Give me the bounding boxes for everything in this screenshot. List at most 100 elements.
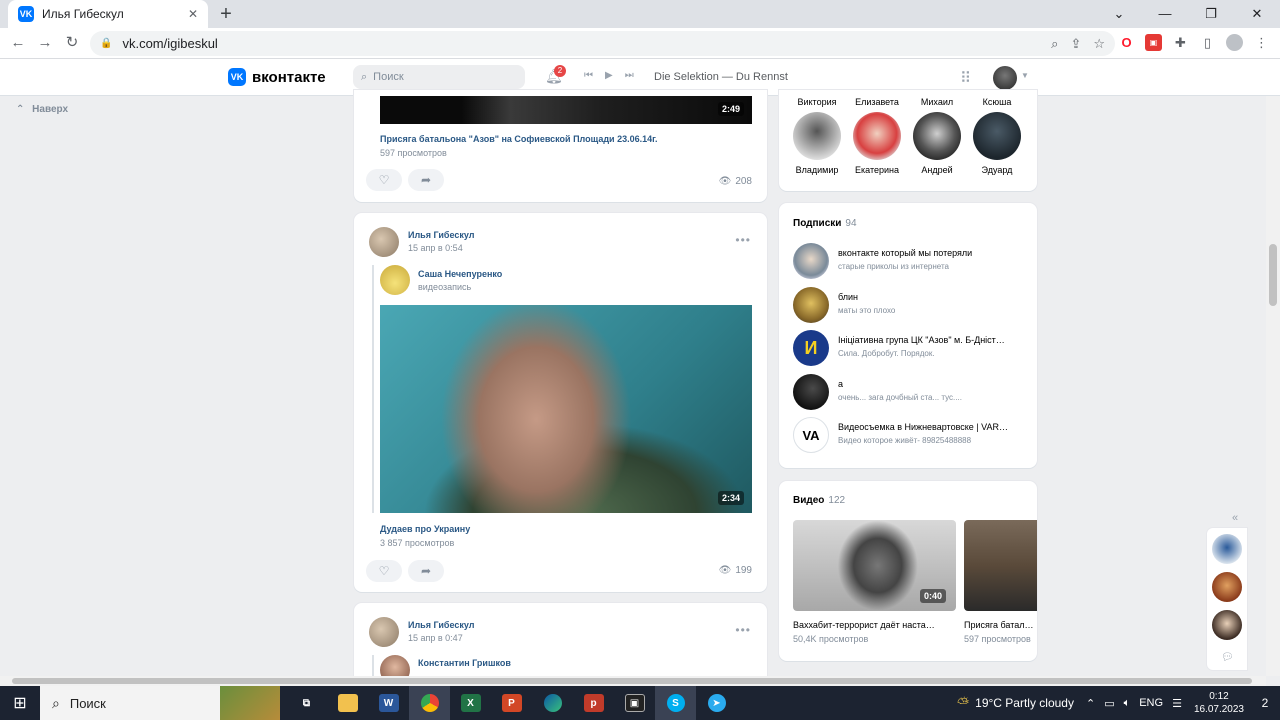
extension-badge-icon[interactable]: ▣	[1145, 34, 1162, 51]
friend-item[interactable]: Елизавета	[847, 92, 907, 107]
more-options-icon[interactable]: •••	[735, 233, 751, 247]
profile-icon[interactable]	[1226, 34, 1243, 51]
post-author-link[interactable]: Илья Гибескул	[408, 620, 474, 630]
apps-grid-icon[interactable]: ⠿	[960, 69, 971, 87]
videos-header[interactable]: Видео 122	[793, 495, 845, 506]
post-date[interactable]: 15 апр в 0:54	[408, 243, 463, 253]
subscription-item[interactable]: а очень... зага дочбный ста... тус....	[793, 374, 1023, 410]
vertical-scrollbar[interactable]	[1266, 96, 1280, 676]
side-panel-icon[interactable]: ▯	[1199, 34, 1216, 51]
taskbar-search[interactable]: ⌕ Поиск	[40, 686, 280, 720]
taskbar-explorer[interactable]	[327, 686, 368, 720]
post-date[interactable]: 15 апр в 0:47	[408, 633, 463, 643]
scrollbar-thumb[interactable]	[1269, 244, 1277, 306]
subscription-item[interactable]: VA Видеосъемка в Нижневартовске | VAR… В…	[793, 417, 1023, 453]
friend-item[interactable]: Екатерина	[847, 112, 907, 175]
subscriptions-header[interactable]: Подписки 94	[793, 218, 857, 229]
horizontal-scrollbar[interactable]	[0, 676, 1266, 686]
subscription-item[interactable]: вконтакте который мы потеряли старые при…	[793, 243, 1023, 279]
video-thumbnail[interactable]: 2:49	[380, 96, 752, 124]
windows-start-button[interactable]: ⊞	[0, 686, 40, 720]
url-text[interactable]: vk.com/igibeskul	[122, 36, 1051, 51]
taskbar-app[interactable]: ▣	[614, 686, 655, 720]
volume-icon[interactable]: 🔈︎	[1124, 697, 1131, 710]
taskbar-powerpoint[interactable]: P	[491, 686, 532, 720]
video-thumbnail[interactable]	[964, 520, 1037, 611]
previous-track-icon[interactable]: ⏮︎	[584, 70, 593, 81]
avatar[interactable]	[1212, 534, 1242, 564]
double-chevron-left-icon[interactable]: «	[1232, 512, 1238, 524]
avatar[interactable]	[369, 227, 399, 257]
scrollbar-thumb[interactable]	[12, 678, 1252, 684]
chevron-down-icon[interactable]: ⌄	[1096, 0, 1142, 28]
video-title-link[interactable]: Дудаев про Украину	[380, 524, 470, 534]
like-button[interactable]: ♡	[366, 560, 402, 582]
notification-center-button[interactable]: 2	[1254, 692, 1276, 714]
taskbar-skype[interactable]: S	[655, 686, 696, 720]
share-icon[interactable]: ⇪	[1070, 36, 1081, 52]
taskbar-word[interactable]: W	[368, 686, 409, 720]
search-input[interactable]: ⌕ Поиск	[353, 65, 525, 89]
address-bar[interactable]: 🔒 vk.com/igibeskul ⌕ ⇪ ☆	[90, 31, 1115, 56]
taskbar-excel[interactable]: X	[450, 686, 491, 720]
menu-kebab-icon[interactable]: ⋮	[1253, 34, 1270, 51]
weather-widget[interactable]: ⛅︎ 19°C Partly cloudy	[957, 695, 1074, 712]
friend-item[interactable]: Ксюша	[967, 92, 1027, 107]
avatar[interactable]	[369, 617, 399, 647]
share-button[interactable]: ➦	[408, 560, 444, 582]
avatar[interactable]	[1212, 572, 1242, 602]
video-thumbnail[interactable]: 2:34	[380, 305, 752, 513]
post-author-link[interactable]: Илья Гибескул	[408, 230, 474, 240]
friend-item[interactable]: Андрей	[907, 112, 967, 175]
now-playing-track[interactable]: Die Selektion — Du Rennst	[654, 71, 788, 83]
play-icon[interactable]: ▶	[605, 70, 613, 81]
taskbar-chrome[interactable]	[409, 686, 450, 720]
like-button[interactable]: ♡	[366, 169, 402, 191]
friend-item[interactable]: Михаил	[907, 92, 967, 107]
task-view-button[interactable]: ⧉	[286, 686, 327, 720]
video-title-link[interactable]: Присяга батальона "Азов" на Софиевской П…	[380, 134, 657, 144]
back-to-top-link[interactable]: ⌃ Наверх	[16, 104, 68, 115]
chevron-down-icon[interactable]: ▼	[1021, 71, 1029, 80]
opera-extension-icon[interactable]: O	[1118, 34, 1135, 51]
video-thumbnail[interactable]: 0:40	[793, 520, 956, 611]
maximize-button[interactable]: ❐	[1188, 0, 1234, 28]
taskbar-clock[interactable]: 0:12 16.07.2023	[1194, 690, 1244, 716]
friend-item[interactable]: Эдуард	[967, 112, 1027, 175]
forward-button[interactable]: →	[35, 33, 55, 53]
friend-item[interactable]: Виктория	[787, 92, 847, 107]
puzzle-extensions-icon[interactable]: ✚	[1172, 34, 1189, 51]
video-title-link[interactable]: Ваххабит-террорист даёт наста…	[793, 620, 956, 630]
avatar[interactable]	[380, 265, 410, 295]
more-options-icon[interactable]: •••	[735, 623, 751, 637]
reload-button[interactable]: ↻	[62, 33, 82, 53]
chevron-up-icon[interactable]: ⌃	[1086, 697, 1095, 710]
back-button[interactable]: ←	[8, 33, 28, 53]
repost-author-link[interactable]: Саша Нечепуренко	[418, 269, 502, 279]
taskbar-edge[interactable]	[532, 686, 573, 720]
chat-bubble-icon[interactable]: 💬︎	[1221, 652, 1234, 663]
taskbar-telegram[interactable]: ➤	[696, 686, 737, 720]
avatar[interactable]	[1212, 610, 1242, 640]
browser-tab[interactable]: VK Илья Гибескул ✕	[8, 0, 208, 28]
language-indicator[interactable]: ENG	[1139, 697, 1163, 710]
friend-item[interactable]: Владимир	[787, 112, 847, 175]
zoom-icon[interactable]: ⌕	[1051, 36, 1058, 52]
new-tab-button[interactable]: +	[216, 4, 236, 24]
vk-logo[interactable]: VK вконтакте	[228, 68, 326, 86]
taskbar-app[interactable]: p	[573, 686, 614, 720]
minimize-button[interactable]: —	[1142, 0, 1188, 28]
post-actions: ♡ ➦	[366, 560, 444, 582]
subscription-item[interactable]: И Ініціативна група ЦК "Азов" м. Б-Дніст…	[793, 330, 1023, 366]
bookmark-star-icon[interactable]: ☆	[1093, 36, 1105, 52]
repost-author-link[interactable]: Константин Гришков	[418, 658, 511, 668]
close-window-button[interactable]: ✕	[1234, 0, 1280, 28]
subscription-item[interactable]: блин маты это плохо	[793, 287, 1023, 323]
share-button[interactable]: ➦	[408, 169, 444, 191]
battery-icon[interactable]: ▭	[1104, 697, 1114, 710]
next-track-icon[interactable]: ⏭︎	[625, 70, 634, 81]
video-title-link[interactable]: Присяга батал…	[964, 620, 1037, 630]
close-tab-icon[interactable]: ✕	[188, 7, 198, 21]
avatar[interactable]	[993, 66, 1017, 90]
wifi-icon[interactable]: ☰	[1172, 697, 1182, 710]
